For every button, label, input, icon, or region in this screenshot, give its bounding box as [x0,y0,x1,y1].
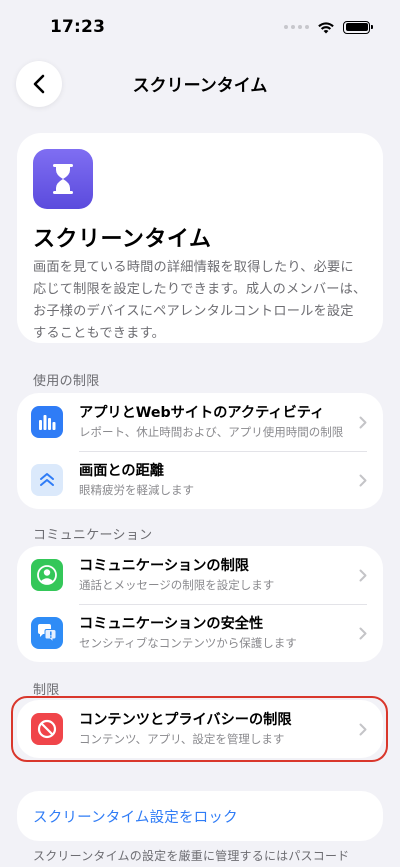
row-title: アプリとWebサイトのアクティビティ [79,405,325,421]
app-website-activity-row[interactable]: アプリとWebサイトのアクティビティ レポート、休止時間および、アプリ使用時間の… [17,393,383,451]
screen-distance-row[interactable]: 画面との距離 眼精疲労を軽減します [17,451,383,509]
communication-group: コミュニケーションの制限 通話とメッセージの制限を設定します コミュニケーション… [17,546,383,662]
hero-description: 画面を見ている時間の詳細情報を取得したり、必要に応じて制限を設定したりできます。… [33,260,367,341]
section-header-communication: コミュニケーション [33,528,153,543]
chevron-right-icon [359,569,367,582]
battery-icon [343,20,373,34]
chevron-right-icon [359,474,367,487]
section-header-usage: 使用の制限 [33,374,100,389]
cellular-signal-icon [284,25,309,29]
person-circle-icon [31,559,63,591]
hourglass-icon [33,149,93,209]
row-subtitle: センシティブなコンテンツから保護します [79,636,297,650]
row-subtitle: レポート、休止時間および、アプリ使用時間の制限 [79,425,344,439]
wifi-icon [318,21,334,33]
row-title: コミュニケーションの安全性 [79,616,264,632]
lock-settings-button[interactable]: スクリーンタイム設定をロック [17,791,383,841]
usage-group: アプリとWebサイトのアクティビティ レポート、休止時間および、アプリ使用時間の… [17,393,383,509]
bar-chart-icon [31,406,63,438]
row-subtitle: 眼精疲労を軽減します [79,483,194,497]
row-title: コミュニケーションの制限 [79,558,249,574]
chat-bubble-alert-icon [31,617,63,649]
screen-time-info-card: スクリーンタイム 画面を見ている時間の詳細情報を取得したり、必要に応じて制限を設… [17,133,383,343]
row-title: 画面との距離 [79,463,164,479]
footer-note: スクリーンタイムの設定を厳重に管理するにはパスコード [33,849,350,863]
communication-safety-row[interactable]: コミュニケーションの安全性 センシティブなコンテンツから保護します [17,604,383,662]
status-time: 17:23 [50,17,106,37]
chevron-right-icon [359,627,367,640]
double-chevron-up-icon [31,464,63,496]
highlight-annotation [11,696,388,762]
lock-settings-label: スクリーンタイム設定をロック [33,809,238,826]
status-bar: 17:23 [0,0,400,56]
status-icons [284,20,373,34]
communication-limits-row[interactable]: コミュニケーションの制限 通話とメッセージの制限を設定します [17,546,383,604]
row-subtitle: 通話とメッセージの制限を設定します [79,578,275,592]
chevron-right-icon [359,416,367,429]
navigation-bar: スクリーンタイム [0,58,400,110]
page-title: スクリーンタイム [132,76,268,96]
hero-title: スクリーンタイム [33,227,212,252]
